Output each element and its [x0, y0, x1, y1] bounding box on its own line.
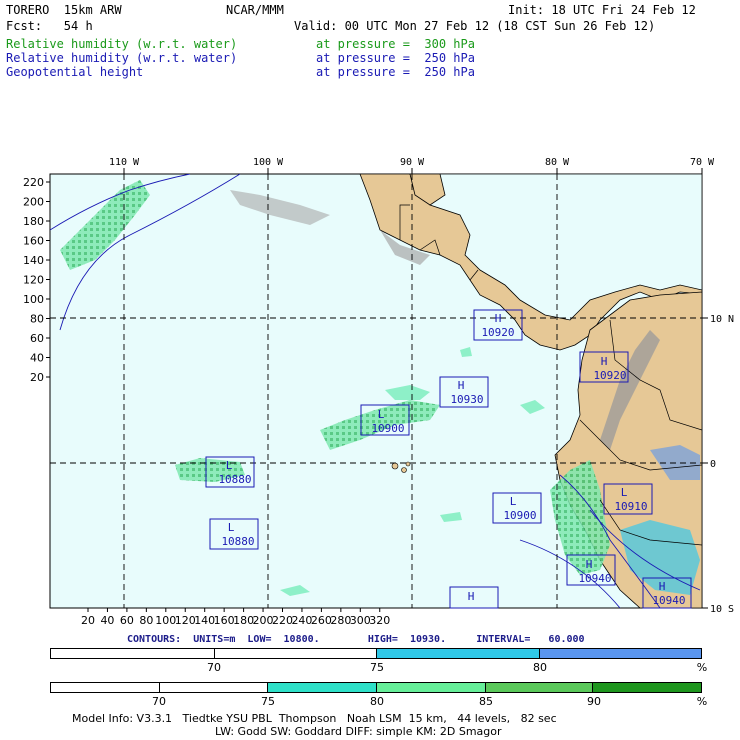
lon-label: 90 W: [400, 157, 425, 168]
y-tick-label: 100: [23, 293, 44, 306]
colorbar-label: %: [696, 661, 708, 674]
center-type: L: [226, 459, 233, 472]
galapagos-island: [401, 467, 407, 473]
lon-label: 70 W: [690, 157, 715, 168]
colorbar-250hpa: [50, 648, 702, 659]
x-tick-label: 240: [291, 614, 312, 627]
y-tick-label: 220: [23, 176, 44, 189]
center-value: 10940: [578, 572, 611, 585]
colorbar-segment: [377, 649, 540, 658]
center-type: L: [378, 408, 385, 421]
center-type: H: [468, 590, 475, 603]
colorbar-segment: [268, 683, 378, 692]
y-tick-label: 40: [30, 352, 44, 365]
center-value: 10900: [503, 509, 536, 522]
y-tick-label: 60: [30, 332, 44, 345]
y-axis-ticks: 220 200 180 160 140 120 100 80 60 40 20: [23, 176, 50, 384]
colorbar-segment: [214, 649, 377, 658]
x-tick-label: 100: [155, 614, 176, 627]
x-tick-label: 180: [233, 614, 254, 627]
center-type: L: [621, 486, 628, 499]
center-type: L: [510, 495, 517, 508]
x-tick-label: 220: [272, 614, 293, 627]
center-type: L: [228, 521, 235, 534]
center-type: H: [458, 379, 465, 392]
x-tick-label: 120: [175, 614, 196, 627]
x-tick-label: 260: [311, 614, 332, 627]
center-value: 10900: [371, 422, 404, 435]
y-tick-label: 20: [30, 371, 44, 384]
colorbar-segment: [51, 649, 215, 658]
y-tick-label: 120: [23, 274, 44, 287]
center-value: 10940: [652, 594, 685, 607]
x-tick-label: 320: [369, 614, 390, 627]
lon-label: 80 W: [545, 157, 570, 168]
lat-label: 10 S: [710, 604, 734, 615]
colorbar-300hpa: [50, 682, 702, 693]
x-axis-ticks: 20 40 60 80 10012014016018020022024026028030…: [81, 608, 390, 627]
colorbar-label: 70: [152, 695, 166, 708]
center-type: H: [659, 580, 666, 593]
y-tick-label: 180: [23, 215, 44, 228]
x-tick-label: 160: [214, 614, 235, 627]
y-tick-label: 140: [23, 254, 44, 267]
x-tick-label: 280: [330, 614, 351, 627]
center-value: 10880: [221, 535, 254, 548]
model-info: Model Info: V3.3.1 Tiedtke YSU PBL Thomp…: [72, 712, 557, 725]
lon-label: 100 W: [253, 157, 284, 168]
colorbar-label: 80: [370, 695, 384, 708]
colorbar-label: 90: [587, 695, 601, 708]
colorbar-label: 75: [370, 661, 384, 674]
weather-map: 22020018016014012010080604020 20 40 60 80 10…: [23, 157, 734, 627]
x-tick-label: 20: [81, 614, 95, 627]
colorbar-segment: [485, 683, 594, 692]
y-tick-label: 80: [30, 313, 44, 326]
x-tick-label: 60: [120, 614, 134, 627]
x-tick-label: 200: [253, 614, 274, 627]
x-tick-label: 300: [350, 614, 371, 627]
colorbar-label: 75: [261, 695, 275, 708]
colorbar-segment: [539, 649, 701, 658]
center-value: 10880: [218, 473, 251, 486]
center-value: 10910: [614, 500, 647, 513]
center-type: H: [586, 558, 593, 571]
colorbar-segment: [593, 683, 702, 692]
center-value: 10920: [593, 369, 626, 382]
colorbar-label: 70: [207, 661, 221, 674]
center-value: 10920: [481, 326, 514, 339]
galapagos-island: [391, 462, 399, 470]
colorbar-label: %: [696, 695, 708, 708]
center-value: 10930: [450, 393, 483, 406]
colorbar-segment: [51, 683, 160, 692]
lat-label: 10 N: [710, 314, 734, 325]
galapagos-island: [405, 461, 411, 467]
colorbar-segment: [377, 683, 486, 692]
x-tick-label: 40: [100, 614, 114, 627]
lon-label: 110 W: [109, 157, 140, 168]
y-tick-label: 200: [23, 196, 44, 209]
colorbar-label: 80: [533, 661, 547, 674]
lat-label: 0: [710, 459, 716, 470]
y-tick-label: 160: [23, 235, 44, 248]
center-type: H: [601, 355, 608, 368]
colorbar-segment: [159, 683, 269, 692]
contour-info: CONTOURS: UNITS=m LOW= 10800. HIGH= 1093…: [127, 634, 585, 645]
colorbar-label: 85: [479, 695, 493, 708]
physics-info: LW: Godd SW: Goddard DIFF: simple KM: 2D…: [215, 725, 502, 738]
center-type: H: [495, 312, 502, 325]
x-tick-label: 80: [139, 614, 153, 627]
x-tick-label: 140: [194, 614, 215, 627]
